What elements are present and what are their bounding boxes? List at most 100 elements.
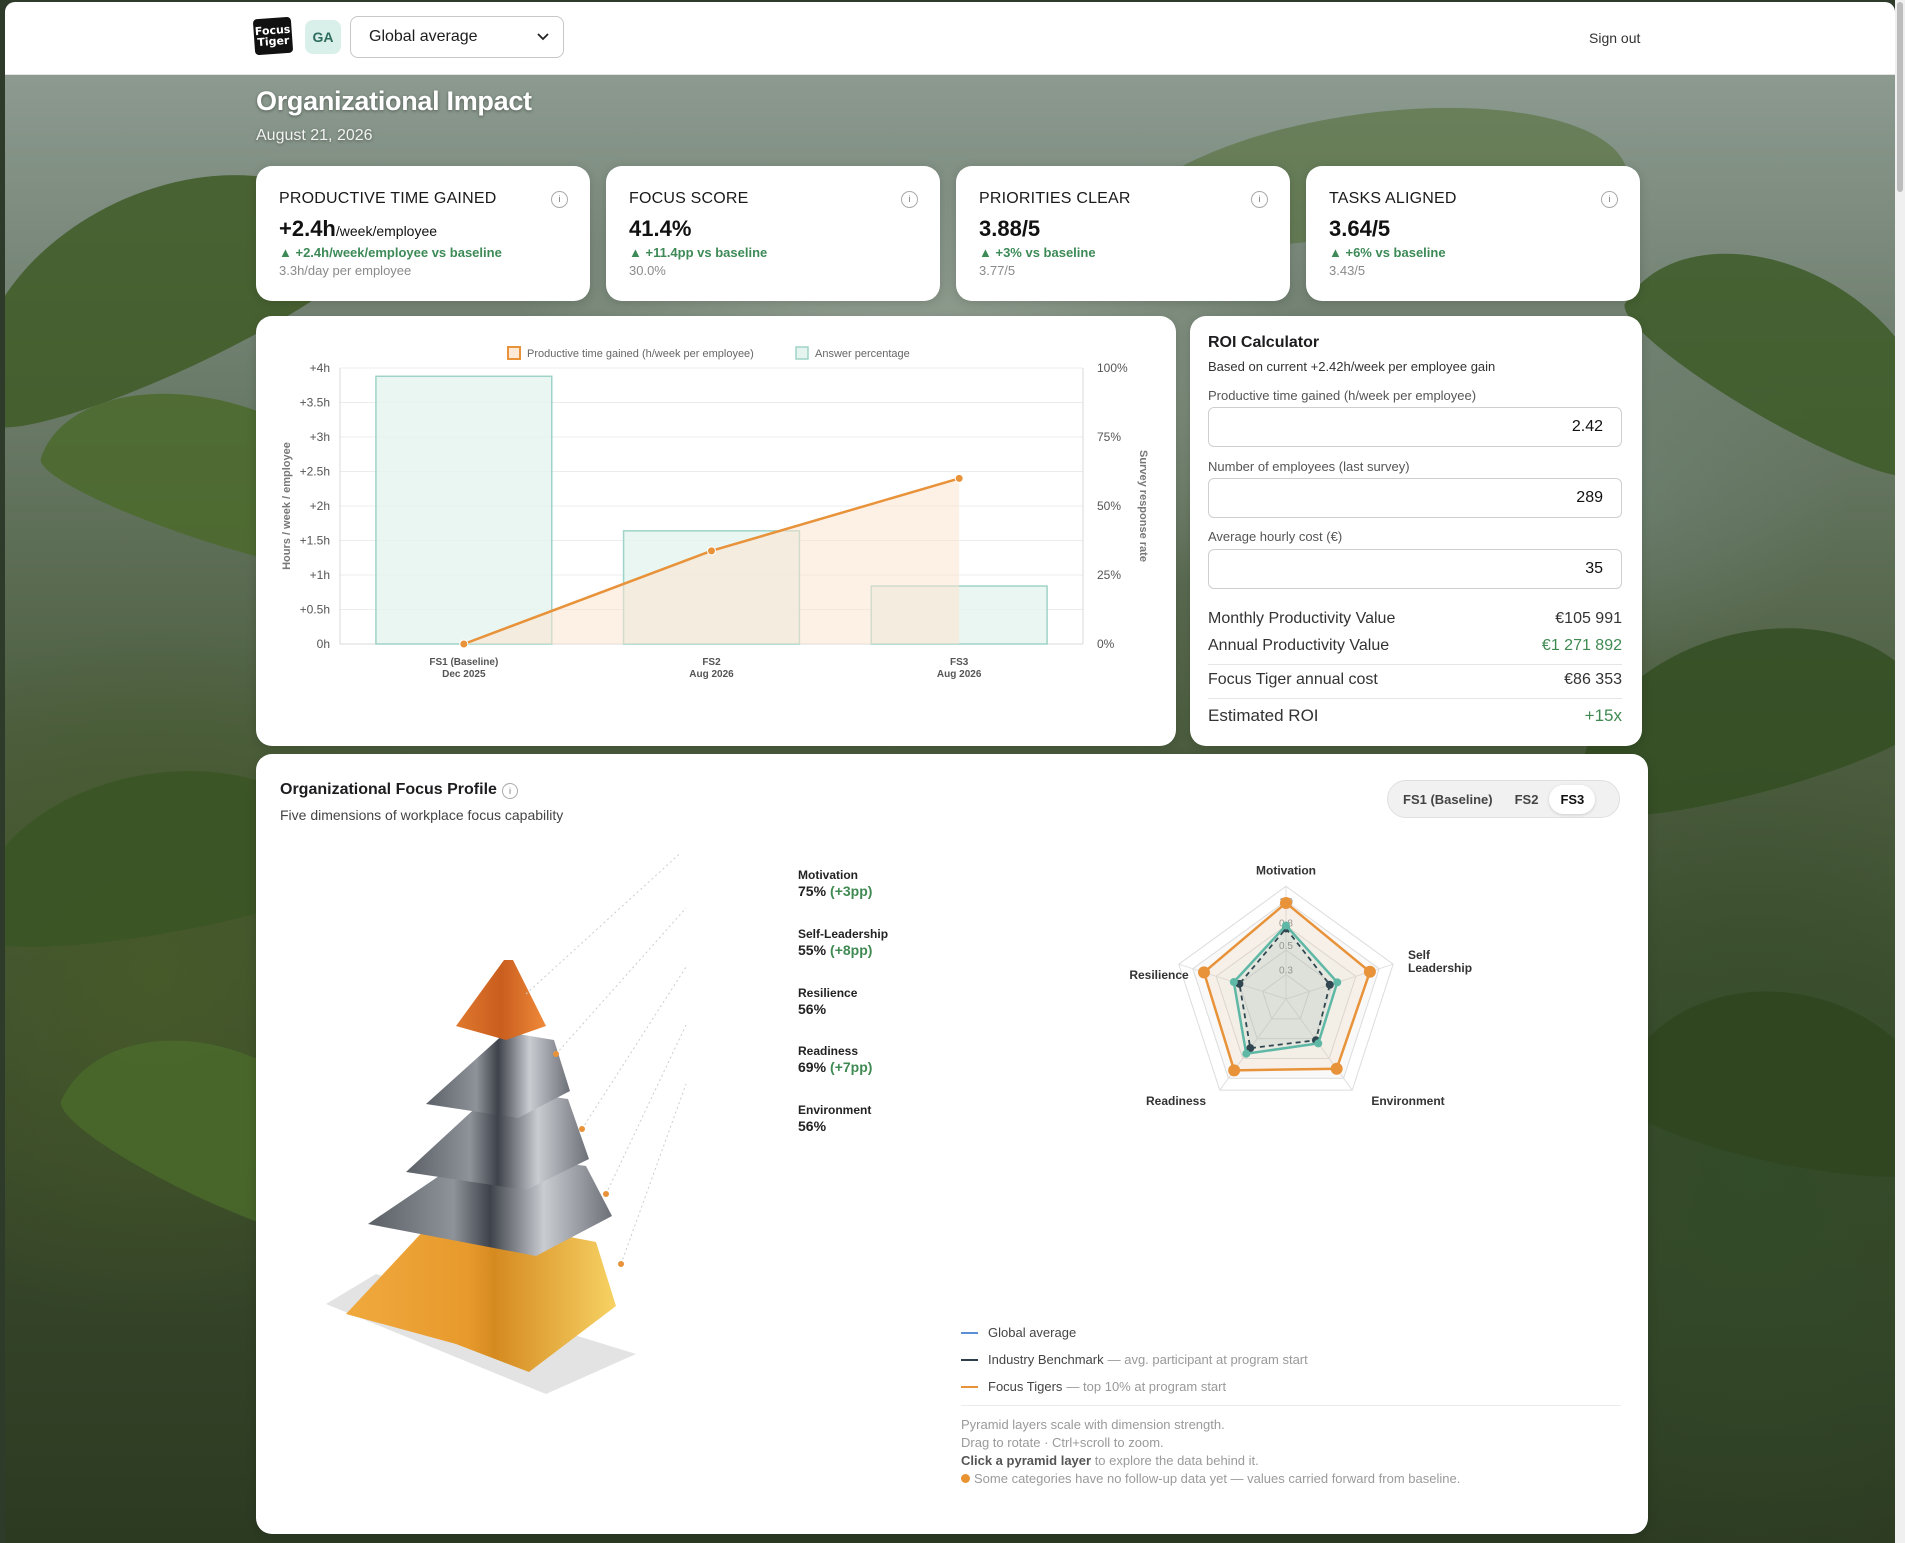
tab-fs3[interactable]: FS3 [1549,784,1596,814]
productive-time-point [707,546,716,556]
roi-row-value: €1 271 892 [1541,637,1622,654]
radar-point [1197,966,1210,979]
kpi-delta-text: +6% vs baseline [1345,245,1446,260]
info-icon[interactable]: i [551,191,568,208]
focus-profile-card: Organizational Focus Profile i Five dime… [256,754,1648,1534]
productive-time-point [459,639,469,649]
dimension-percent: 75% [798,883,827,899]
x-tick-label: FS3 [950,657,969,668]
info-icon[interactable]: i [1251,191,1268,208]
y-left-tick-label: +1h [310,568,330,582]
kpi-subtext: 3.3h/day per employee [279,263,412,278]
roi-row-value: €105 991 [1555,610,1622,627]
y-left-tick-label: 0h [317,637,330,651]
legend-item-industry-benchmark: Industry Benchmark — avg. participant at… [961,1352,1308,1367]
note-text: Some categories have no follow-up data y… [974,1471,1461,1486]
profile-subtitle: Five dimensions of workplace focus capab… [280,807,564,823]
dimension-label-self-leadership[interactable]: Self-Leadership 55% (+8pp) [798,927,892,958]
focus-pyramid[interactable] [256,854,816,1474]
kpi-card-productive-time: PRODUCTIVE TIME GAINED i +2.4h/week/empl… [256,166,590,301]
radar-point [1228,1064,1241,1077]
kpi-delta-text: +11.4pp vs baseline [645,245,768,260]
estimated-roi-row: Estimated ROI +15x [1208,706,1622,726]
radar-point [1333,978,1342,987]
survey-toggle: FS1 (Baseline) FS2 FS3 [1387,780,1620,818]
roi-row-label: Annual Productivity Value [1208,637,1390,654]
profile-title: Organizational Focus Profile [280,781,497,798]
dimension-label-readiness[interactable]: Readiness 69% (+7pp) [798,1044,872,1075]
roi-calculator-card: ROI Calculator Based on current +2.42h/w… [1190,316,1642,746]
kpi-delta: ▲ +6% vs baseline [1329,245,1446,260]
info-icon[interactable]: i [901,191,918,208]
kpi-subtext: 30.0% [629,263,666,278]
kpi-value: 3.64/5 [1329,216,1391,241]
hourly-cost-input[interactable] [1208,549,1622,589]
connector-line [581,966,687,1130]
radar-point [1282,921,1290,930]
legend-note: — avg. participant at program start [1107,1352,1308,1367]
dimension-name: Readiness [798,1044,859,1058]
dimension-change: (+7pp) [830,1059,873,1075]
legend-swatch [961,1385,978,1388]
note-line: Some categories have no follow-up data y… [961,1470,1460,1488]
info-icon[interactable]: i [1601,191,1618,208]
legend-swatch [961,1331,978,1334]
tab-fs1[interactable]: FS1 (Baseline) [1392,785,1504,814]
y-right-axis-title: Survey response rate [1137,450,1149,562]
kpi-value: 3.88/5 [979,216,1041,241]
dimension-percent: 69% [798,1059,827,1075]
organization-select[interactable]: Global average [350,16,564,58]
kpi-label: FOCUS SCORE [629,190,749,207]
kpi-delta-text: +2.4h/week/employee vs baseline [295,245,502,260]
legend-label: Productive time gained (h/week per emplo… [527,348,754,360]
radar-point [1314,1039,1323,1048]
dimension-value: 56% [798,1001,857,1017]
y-right-tick-label: 25% [1097,568,1121,582]
note-line: Drag to rotate · Ctrl+scroll to zoom. [961,1435,1164,1450]
kpi-value-unit: /week/employee [335,223,438,239]
productive-time-input[interactable] [1208,407,1622,447]
monthly-value-row: Monthly Productivity Value €105 991 [1208,610,1622,628]
dimension-label-environment[interactable]: Environment 56% [798,1103,871,1134]
focus-tiger-logo[interactable]: Focus Tiger [252,16,294,56]
avatar[interactable]: GA [305,20,341,54]
page-date: August 21, 2026 [256,127,373,144]
roi-title: ROI Calculator [1208,334,1320,351]
x-tick-sublabel: Aug 2026 [689,669,734,680]
radar-point [1242,1049,1251,1058]
tab-fs2[interactable]: FS2 [1504,785,1550,814]
pyramid-layer-motivation[interactable] [456,960,546,1040]
scrollbar-thumb[interactable] [1897,2,1903,192]
dimension-label-resilience[interactable]: Resilience 56% [798,986,857,1017]
kpi-label: PRIORITIES CLEAR [979,190,1131,207]
roi-row-value: +15x [1584,706,1622,725]
kpi-card-focus-score: FOCUS SCORE i 41.4% ▲ +11.4pp vs baselin… [606,166,940,301]
connector-dot [603,1191,609,1197]
productivity-chart: Productive time gained (h/week per emplo… [281,346,1149,680]
y-left-axis-title: Hours / week / employee [281,442,293,570]
scrollbar[interactable] [1895,0,1905,1543]
employees-input[interactable] [1208,478,1622,518]
dimension-percent: 56% [798,1118,827,1134]
dimension-label-motivation[interactable]: Motivation 75% (+3pp) [798,868,872,899]
legend-label: Industry Benchmark [988,1352,1104,1367]
connector-dot [553,1051,559,1057]
radar-axis-label: Leadership [1408,961,1472,975]
divider [1208,664,1622,665]
x-tick-label: FS1 (Baseline) [429,657,498,668]
kpi-delta: ▲ +11.4pp vs baseline [629,245,768,260]
info-icon[interactable]: i [502,783,518,799]
dimension-change: (+8pp) [830,942,873,958]
sign-out-link[interactable]: Sign out [1589,30,1640,46]
radar-axis-label: Environment [1371,1094,1444,1108]
connector-line [555,907,687,1055]
orange-dot-icon [961,1474,970,1483]
roi-row-label: Estimated ROI [1208,706,1319,725]
y-left-tick-label: +4h [310,361,330,375]
dimension-change: (+3pp) [830,883,873,899]
y-left-tick-label: +1.5h [300,534,330,548]
y-right-tick-label: 50% [1097,499,1121,513]
connector-line [525,854,681,995]
productive-time-point [954,473,964,483]
legend-label: Global average [988,1325,1077,1340]
